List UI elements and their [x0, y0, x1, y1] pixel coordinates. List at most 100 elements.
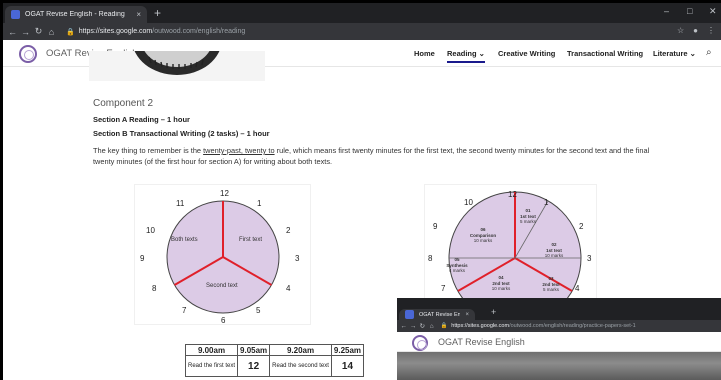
second-browser-window[interactable]: OGAT Revise English – Practice p × + ← →…	[397, 298, 721, 380]
site-header: OGAT Revise English	[397, 332, 721, 352]
clock2-number-10: 9	[433, 222, 438, 231]
nav-literature[interactable]: Literature ⌄	[653, 49, 696, 58]
timing-table: 9.00am 9.05am 9.20am 9.25am Read the fir…	[184, 344, 365, 377]
table-cell: 12	[237, 355, 271, 377]
new-tab-button[interactable]: +	[491, 307, 496, 317]
table-cell: 14	[330, 355, 365, 377]
svg-text:5 marks: 5 marks	[543, 287, 560, 292]
nav-transactional-writing[interactable]: Transactional Writing	[567, 49, 643, 58]
section-a-heading: Section A Reading – 1 hour	[93, 115, 190, 124]
browser-tab[interactable]: OGAT Revise English – Practice p ×	[399, 309, 475, 320]
close-window-button[interactable]: ✕	[709, 6, 717, 17]
reload-icon[interactable]: ↻	[32, 26, 45, 37]
svg-text:03: 03	[548, 276, 554, 281]
svg-text:10 marks: 10 marks	[545, 253, 564, 258]
clock1-sector-second-text: Second text	[206, 283, 238, 289]
lock-icon: 🔒	[66, 28, 75, 36]
maximize-button[interactable]: □	[687, 6, 692, 16]
url-path: /outwood.com/english/reading/practice-pa…	[509, 323, 636, 329]
home-icon[interactable]: ⌂	[427, 323, 436, 330]
clock1-number-8: 8	[152, 284, 157, 293]
back-arrow-icon[interactable]: ←	[6, 27, 19, 37]
clock2-number-4: 4	[575, 284, 580, 293]
table-header-cell: 9.05am	[237, 344, 271, 356]
forward-arrow-icon[interactable]: →	[408, 323, 417, 330]
search-icon[interactable]: ⌕	[706, 47, 712, 58]
new-tab-button[interactable]: +	[154, 6, 161, 20]
clock1-number-11: 11	[176, 199, 185, 208]
close-tab-icon[interactable]: ×	[136, 10, 141, 19]
browser-toolbar: ← → ↻ ⌂ 🔒 https://sites.google.com /outw…	[397, 320, 721, 332]
clock2-number-1: 1	[544, 198, 549, 207]
address-bar[interactable]: 🔒 https://sites.google.com /outwood.com/…	[66, 25, 626, 38]
clock1-number-1: 1	[257, 199, 262, 208]
stopwatch-image	[89, 51, 265, 81]
clock-diagram-1: 12 1 2 3 4 5 6 7 8 9 10 11 Both texts Fi…	[134, 184, 311, 325]
nav-reading[interactable]: Reading ⌄	[447, 49, 485, 63]
reload-icon[interactable]: ↻	[418, 322, 427, 330]
menu-kebab-icon[interactable]: ⋮	[707, 26, 715, 35]
svg-text:06: 06	[480, 227, 486, 232]
svg-text:04: 04	[498, 275, 504, 280]
address-bar[interactable]: 🔒 https://sites.google.com /outwood.com/…	[440, 320, 721, 333]
forward-arrow-icon[interactable]: →	[19, 27, 32, 37]
rule-link[interactable]: twenty-past, twenty to	[203, 146, 274, 155]
clock1-number-7: 7	[182, 306, 187, 315]
url-path: /outwood.com/english/reading	[152, 28, 246, 35]
nav-creative-writing[interactable]: Creative Writing	[498, 49, 555, 58]
hero-image	[397, 352, 721, 380]
clock2-number-8: 7	[441, 284, 446, 293]
url-host: https://sites.google.com	[451, 323, 510, 329]
lock-icon: 🔒	[440, 323, 448, 329]
back-arrow-icon[interactable]: ←	[399, 323, 408, 330]
minimize-button[interactable]: –	[664, 6, 669, 16]
table-cell: Read the second text	[269, 355, 332, 377]
profile-icon[interactable]: ●	[693, 26, 698, 35]
bookmark-star-icon[interactable]: ☆	[677, 26, 684, 35]
browser-tab[interactable]: OGAT Revise English - Reading ×	[5, 6, 147, 23]
svg-text:05: 05	[454, 257, 460, 262]
section-b-heading: Section B Transactional Writing (2 tasks…	[93, 129, 270, 138]
table-header-cell: 9.20am	[269, 344, 332, 356]
site-logo-icon[interactable]	[412, 335, 428, 351]
clock1-sector-both-texts: Both texts	[171, 237, 198, 243]
tab-title: OGAT Revise English - Reading	[25, 11, 125, 18]
clock1-number-10: 10	[146, 226, 155, 235]
clock1-number-6: 6	[221, 316, 226, 325]
table-cell: Read the first text	[184, 355, 239, 377]
component-title: Component 2	[93, 98, 154, 109]
clock1-sector-first-text: First text	[239, 237, 262, 243]
clock2-number-3: 3	[587, 254, 592, 263]
clock1-number-4: 4	[286, 284, 291, 293]
site-title[interactable]: OGAT Revise English	[438, 337, 525, 347]
tab-title: OGAT Revise English – Practice p	[419, 311, 461, 318]
clock1-number-12: 12	[220, 189, 229, 198]
svg-text:10 marks: 10 marks	[492, 286, 511, 291]
clock1-number-5: 5	[256, 306, 261, 315]
tab-strip: OGAT Revise English - Reading × + – □ ✕	[3, 3, 721, 23]
nav-home[interactable]: Home	[414, 49, 435, 58]
site-logo-icon[interactable]	[19, 45, 37, 63]
browser-toolbar: ← → ↻ ⌂ 🔒 https://sites.google.com /outw…	[3, 23, 721, 40]
key-rule-paragraph: The key thing to remember is the twenty-…	[93, 146, 650, 166]
clock2-number-11: 10	[464, 198, 473, 207]
clock-diagram-2: 12 1 2 3 4 7 8 9 10 01 1st text 5 marks …	[424, 184, 597, 325]
clock1-number-9: 9	[140, 254, 145, 263]
url-host: https://sites.google.com	[78, 28, 153, 35]
clock1-number-2: 2	[286, 226, 291, 235]
favicon-icon	[405, 310, 414, 319]
favicon-icon	[11, 10, 20, 19]
home-icon[interactable]: ⌂	[45, 27, 58, 37]
clock2-number-12: 12	[508, 190, 517, 199]
clock1-number-3: 3	[295, 254, 300, 263]
svg-text:4 marks: 4 marks	[449, 268, 466, 273]
clock2-number-9: 8	[428, 254, 433, 263]
clock2-number-2: 2	[579, 222, 584, 231]
svg-text:02: 02	[551, 242, 557, 247]
svg-text:10 marks: 10 marks	[474, 238, 493, 243]
svg-text:5 marks: 5 marks	[520, 219, 537, 224]
close-tab-icon[interactable]: ×	[465, 312, 469, 318]
svg-text:01: 01	[525, 208, 531, 213]
table-header-cell: 9.25am	[330, 344, 365, 356]
table-header-cell: 9.00am	[184, 344, 239, 356]
